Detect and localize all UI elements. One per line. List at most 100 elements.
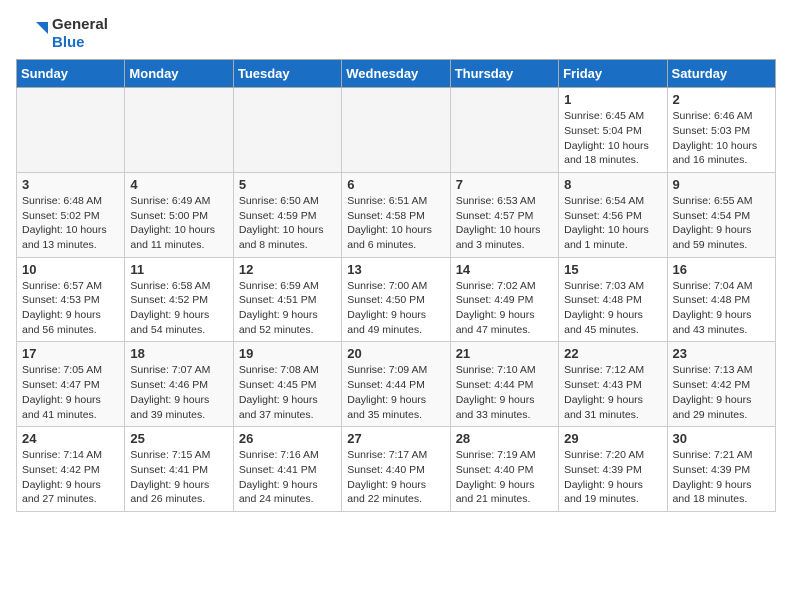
calendar-day-cell: 12 Sunrise: 6:59 AM Sunset: 4:51 PM Dayli… [233, 257, 341, 342]
day-info: Sunrise: 7:10 AM Sunset: 4:44 PM Dayligh… [456, 363, 553, 422]
weekday-header-row: SundayMondayTuesdayWednesdayThursdayFrid… [17, 60, 776, 88]
day-info: Sunrise: 6:46 AM Sunset: 5:03 PM Dayligh… [673, 109, 770, 168]
calendar-day-cell [125, 88, 233, 173]
calendar-day-cell [450, 88, 558, 173]
day-number: 25 [130, 431, 227, 446]
weekday-header: Monday [125, 60, 233, 88]
logo: General Blue [16, 16, 108, 51]
day-number: 21 [456, 346, 553, 361]
calendar-day-cell: 17 Sunrise: 7:05 AM Sunset: 4:47 PM Dayli… [17, 342, 125, 427]
calendar-day-cell: 18 Sunrise: 7:07 AM Sunset: 4:46 PM Dayli… [125, 342, 233, 427]
day-number: 26 [239, 431, 336, 446]
day-info: Sunrise: 6:53 AM Sunset: 4:57 PM Dayligh… [456, 194, 553, 253]
day-info: Sunrise: 7:03 AM Sunset: 4:48 PM Dayligh… [564, 279, 661, 338]
day-info: Sunrise: 7:12 AM Sunset: 4:43 PM Dayligh… [564, 363, 661, 422]
day-number: 16 [673, 262, 770, 277]
calendar-day-cell: 4Sunrise: 6:49 AM Sunset: 5:00 PM Daylig… [125, 172, 233, 257]
day-number: 10 [22, 262, 119, 277]
day-number: 30 [673, 431, 770, 446]
calendar-day-cell: 7 Sunrise: 6:53 AM Sunset: 4:57 PM Daylig… [450, 172, 558, 257]
day-number: 29 [564, 431, 661, 446]
day-info: Sunrise: 6:48 AM Sunset: 5:02 PM Dayligh… [22, 194, 119, 253]
day-info: Sunrise: 7:19 AM Sunset: 4:40 PM Dayligh… [456, 448, 553, 507]
calendar-day-cell: 5 Sunrise: 6:50 AM Sunset: 4:59 PM Daylig… [233, 172, 341, 257]
weekday-header: Sunday [17, 60, 125, 88]
day-number: 23 [673, 346, 770, 361]
calendar-day-cell: 13 Sunrise: 7:00 AM Sunset: 4:50 PM Dayli… [342, 257, 450, 342]
calendar-week-row: 3 Sunrise: 6:48 AM Sunset: 5:02 PM Daylig… [17, 172, 776, 257]
calendar-day-cell: 26 Sunrise: 7:16 AM Sunset: 4:41 PM Dayli… [233, 427, 341, 512]
calendar-day-cell: 23 Sunrise: 7:13 AM Sunset: 4:42 PM Dayli… [667, 342, 775, 427]
weekday-header: Saturday [667, 60, 775, 88]
calendar-table: SundayMondayTuesdayWednesdayThursdayFrid… [16, 59, 776, 512]
calendar-week-row: 1Sunrise: 6:45 AM Sunset: 5:04 PM Daylig… [17, 88, 776, 173]
calendar-day-cell: 19Sunrise: 7:08 AM Sunset: 4:45 PM Dayli… [233, 342, 341, 427]
weekday-header: Thursday [450, 60, 558, 88]
day-info: Sunrise: 7:15 AM Sunset: 4:41 PM Dayligh… [130, 448, 227, 507]
day-info: Sunrise: 6:57 AM Sunset: 4:53 PM Dayligh… [22, 279, 119, 338]
page-header: General Blue [16, 16, 776, 51]
day-number: 13 [347, 262, 444, 277]
calendar-day-cell [17, 88, 125, 173]
calendar-week-row: 17 Sunrise: 7:05 AM Sunset: 4:47 PM Dayli… [17, 342, 776, 427]
day-info: Sunrise: 7:05 AM Sunset: 4:47 PM Dayligh… [22, 363, 119, 422]
calendar-day-cell: 15Sunrise: 7:03 AM Sunset: 4:48 PM Dayli… [559, 257, 667, 342]
logo-svg [16, 18, 48, 50]
day-number: 22 [564, 346, 661, 361]
calendar-day-cell: 8 Sunrise: 6:54 AM Sunset: 4:56 PM Daylig… [559, 172, 667, 257]
day-number: 2 [673, 92, 770, 107]
day-info: Sunrise: 6:49 AM Sunset: 5:00 PM Dayligh… [130, 194, 227, 253]
day-info: Sunrise: 6:51 AM Sunset: 4:58 PM Dayligh… [347, 194, 444, 253]
day-number: 24 [22, 431, 119, 446]
day-number: 18 [130, 346, 227, 361]
day-info: Sunrise: 6:59 AM Sunset: 4:51 PM Dayligh… [239, 279, 336, 338]
calendar-day-cell [342, 88, 450, 173]
calendar-day-cell: 24 Sunrise: 7:14 AM Sunset: 4:42 PM Dayli… [17, 427, 125, 512]
day-info: Sunrise: 6:54 AM Sunset: 4:56 PM Dayligh… [564, 194, 661, 253]
day-info: Sunrise: 7:00 AM Sunset: 4:50 PM Dayligh… [347, 279, 444, 338]
day-number: 5 [239, 177, 336, 192]
calendar-day-cell: 3 Sunrise: 6:48 AM Sunset: 5:02 PM Daylig… [17, 172, 125, 257]
day-info: Sunrise: 7:21 AM Sunset: 4:39 PM Dayligh… [673, 448, 770, 507]
day-number: 11 [130, 262, 227, 277]
calendar-week-row: 10 Sunrise: 6:57 AM Sunset: 4:53 PM Dayli… [17, 257, 776, 342]
day-info: Sunrise: 7:20 AM Sunset: 4:39 PM Dayligh… [564, 448, 661, 507]
day-number: 17 [22, 346, 119, 361]
day-number: 20 [347, 346, 444, 361]
day-info: Sunrise: 7:04 AM Sunset: 4:48 PM Dayligh… [673, 279, 770, 338]
day-info: Sunrise: 6:55 AM Sunset: 4:54 PM Dayligh… [673, 194, 770, 253]
day-number: 8 [564, 177, 661, 192]
weekday-header: Tuesday [233, 60, 341, 88]
day-info: Sunrise: 7:08 AM Sunset: 4:45 PM Dayligh… [239, 363, 336, 422]
day-info: Sunrise: 7:16 AM Sunset: 4:41 PM Dayligh… [239, 448, 336, 507]
calendar-day-cell: 9 Sunrise: 6:55 AM Sunset: 4:54 PM Daylig… [667, 172, 775, 257]
calendar-day-cell: 21 Sunrise: 7:10 AM Sunset: 4:44 PM Dayli… [450, 342, 558, 427]
day-info: Sunrise: 7:14 AM Sunset: 4:42 PM Dayligh… [22, 448, 119, 507]
weekday-header: Friday [559, 60, 667, 88]
calendar-day-cell: 20 Sunrise: 7:09 AM Sunset: 4:44 PM Dayli… [342, 342, 450, 427]
calendar-day-cell: 22 Sunrise: 7:12 AM Sunset: 4:43 PM Dayli… [559, 342, 667, 427]
calendar-day-cell: 2 Sunrise: 6:46 AM Sunset: 5:03 PM Daylig… [667, 88, 775, 173]
weekday-header: Wednesday [342, 60, 450, 88]
day-info: Sunrise: 7:07 AM Sunset: 4:46 PM Dayligh… [130, 363, 227, 422]
day-info: Sunrise: 6:45 AM Sunset: 5:04 PM Dayligh… [564, 109, 661, 168]
day-number: 28 [456, 431, 553, 446]
day-number: 3 [22, 177, 119, 192]
calendar-day-cell: 27Sunrise: 7:17 AM Sunset: 4:40 PM Dayli… [342, 427, 450, 512]
day-info: Sunrise: 7:09 AM Sunset: 4:44 PM Dayligh… [347, 363, 444, 422]
calendar-day-cell: 6 Sunrise: 6:51 AM Sunset: 4:58 PM Daylig… [342, 172, 450, 257]
day-number: 9 [673, 177, 770, 192]
calendar-day-cell: 1Sunrise: 6:45 AM Sunset: 5:04 PM Daylig… [559, 88, 667, 173]
day-number: 12 [239, 262, 336, 277]
day-number: 7 [456, 177, 553, 192]
day-info: Sunrise: 6:58 AM Sunset: 4:52 PM Dayligh… [130, 279, 227, 338]
day-number: 14 [456, 262, 553, 277]
day-info: Sunrise: 7:17 AM Sunset: 4:40 PM Dayligh… [347, 448, 444, 507]
calendar-day-cell: 25 Sunrise: 7:15 AM Sunset: 4:41 PM Dayli… [125, 427, 233, 512]
day-info: Sunrise: 7:13 AM Sunset: 4:42 PM Dayligh… [673, 363, 770, 422]
calendar-day-cell: 14Sunrise: 7:02 AM Sunset: 4:49 PM Dayli… [450, 257, 558, 342]
day-number: 6 [347, 177, 444, 192]
logo-blue: Blue [52, 34, 85, 51]
day-info: Sunrise: 6:50 AM Sunset: 4:59 PM Dayligh… [239, 194, 336, 253]
calendar-day-cell: 11 Sunrise: 6:58 AM Sunset: 4:52 PM Dayli… [125, 257, 233, 342]
